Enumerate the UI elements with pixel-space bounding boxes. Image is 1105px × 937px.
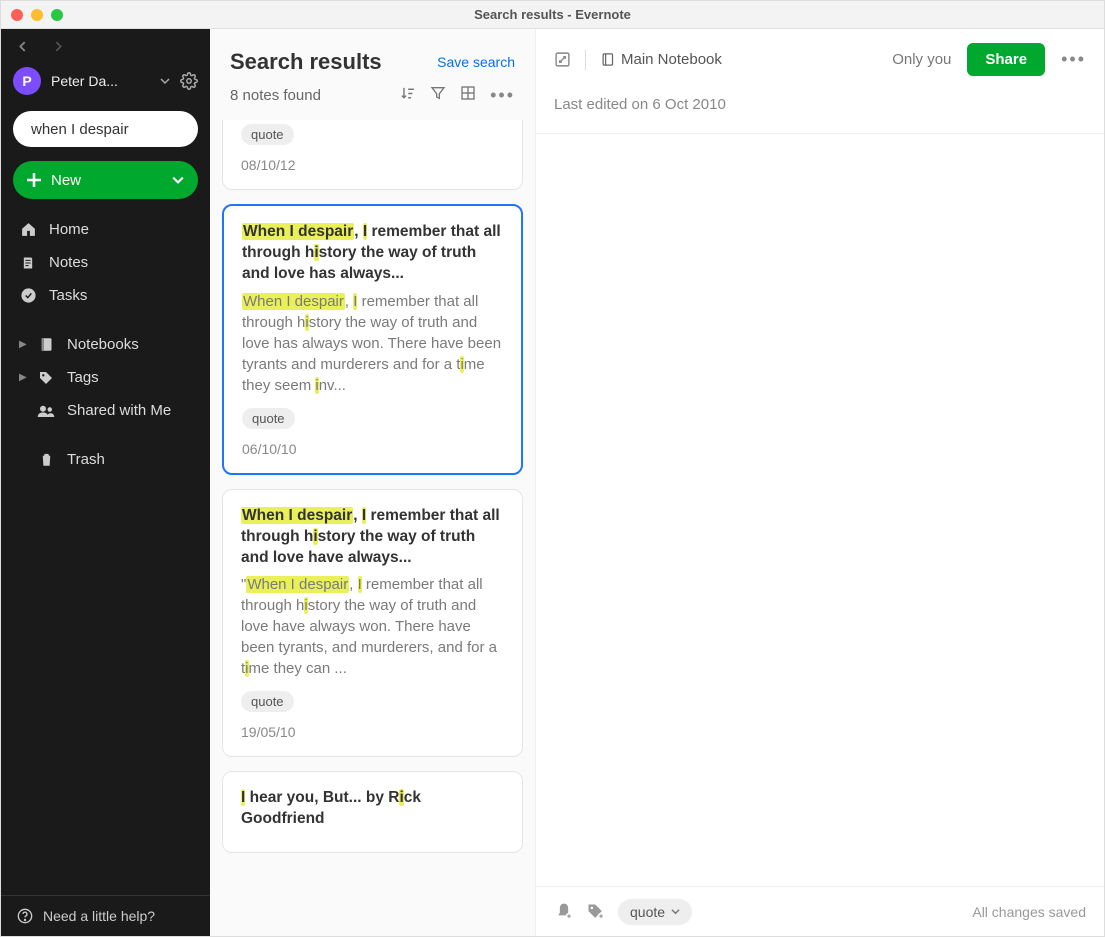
note-more-options[interactable]: ••• <box>1061 49 1086 70</box>
note-card[interactable]: When I despair, I remember that all thro… <box>222 204 523 475</box>
sort-button[interactable] <box>399 85 416 106</box>
sidebar-item-label: Shared with Me <box>67 402 171 419</box>
note-tag: quote <box>241 124 294 145</box>
results-count: 8 notes found <box>230 87 321 104</box>
add-tag[interactable] <box>586 902 606 922</box>
check-circle-icon <box>20 287 37 304</box>
sidebar-item-label: Tags <box>67 369 99 386</box>
last-edited: Last edited on 6 Oct 2010 <box>536 90 1104 134</box>
notebook-name: Main Notebook <box>621 51 722 68</box>
view-button[interactable] <box>460 85 476 106</box>
note-date: 06/10/10 <box>242 441 503 457</box>
note-date: 19/05/10 <box>241 724 504 740</box>
expand-button[interactable] <box>554 51 571 68</box>
note-tag: quote <box>242 408 295 429</box>
caret-right-icon: ▶ <box>19 372 27 383</box>
help-icon <box>17 908 33 924</box>
add-reminder[interactable] <box>554 902 574 922</box>
sidebar-item-tags[interactable]: ▶ Tags <box>1 361 210 394</box>
sidebar: P Peter Da... ✕ New <box>1 29 210 936</box>
sidebar-item-label: Notebooks <box>67 336 139 353</box>
titlebar: Search results - Evernote <box>1 1 1104 29</box>
chevron-down-icon <box>172 174 184 186</box>
notebook-selector[interactable]: Main Notebook <box>600 51 722 68</box>
notebook-icon <box>600 51 615 68</box>
note-body[interactable] <box>536 134 1104 886</box>
avatar: P <box>13 67 41 95</box>
home-icon <box>20 221 37 238</box>
notes-panel: Search results Save search 8 notes found… <box>210 29 536 936</box>
tag-label: quote <box>630 904 665 920</box>
save-search-link[interactable]: Save search <box>437 54 515 70</box>
note-snippet: When I despair, I remember that all thro… <box>242 291 503 396</box>
account-menu[interactable]: P Peter Da... <box>1 59 210 103</box>
more-options[interactable]: ••• <box>490 85 515 106</box>
note-title: I hear you, But... by Rick Goodfriend <box>241 788 504 830</box>
account-name: Peter Da... <box>51 73 154 89</box>
help-label: Need a little help? <box>43 908 155 924</box>
nav-forward[interactable] <box>49 37 67 55</box>
note-title: When I despair, I remember that all thro… <box>242 222 503 285</box>
caret-right-icon: ▶ <box>19 339 27 350</box>
trash-icon <box>39 451 54 468</box>
note-tag: quote <box>241 691 294 712</box>
sidebar-item-trash[interactable]: Trash <box>1 443 210 476</box>
note-detail: Main Notebook Only you Share ••• Last ed… <box>536 29 1104 936</box>
note-snippet: "When I despair, I remember that all thr… <box>241 574 504 679</box>
new-button[interactable]: New <box>13 161 198 199</box>
search-input-wrap[interactable]: ✕ <box>13 111 198 147</box>
note-title: When I despair, I remember that all thro… <box>241 506 504 569</box>
window-title: Search results - Evernote <box>1 7 1104 22</box>
tag-chip[interactable]: quote <box>618 899 692 925</box>
sidebar-item-notebooks[interactable]: ▶ Notebooks <box>1 328 210 361</box>
sidebar-item-notes[interactable]: Notes <box>1 246 210 279</box>
chevron-down-icon <box>671 907 680 916</box>
sharing-status[interactable]: Only you <box>892 51 951 68</box>
note-card[interactable]: I hear you, But... by Rick Goodfriend <box>222 771 523 853</box>
plus-icon <box>27 173 41 187</box>
sidebar-item-tasks[interactable]: Tasks <box>1 279 210 312</box>
nav-back[interactable] <box>13 37 31 55</box>
share-button[interactable]: Share <box>967 43 1045 76</box>
sidebar-item-home[interactable]: Home <box>1 213 210 246</box>
filter-button[interactable] <box>430 85 446 106</box>
sidebar-item-label: Trash <box>67 451 105 468</box>
sidebar-item-label: Tasks <box>49 287 87 304</box>
tag-icon <box>38 370 54 386</box>
notebook-icon <box>39 336 54 353</box>
sidebar-item-label: Home <box>49 221 89 238</box>
sidebar-item-shared[interactable]: Shared with Me <box>1 394 210 427</box>
note-icon <box>20 255 36 271</box>
note-date: 08/10/12 <box>241 157 504 173</box>
help-button[interactable]: Need a little help? <box>1 895 210 936</box>
search-input[interactable] <box>31 121 230 138</box>
chevron-down-icon <box>160 76 170 86</box>
new-button-label: New <box>51 172 81 189</box>
save-status: All changes saved <box>972 904 1086 920</box>
people-icon <box>37 404 55 418</box>
note-card[interactable]: When I despair, I remember that all thro… <box>222 489 523 758</box>
sidebar-item-label: Notes <box>49 254 88 271</box>
panel-title: Search results <box>230 49 382 75</box>
note-card[interactable]: Ieyasu T...quote08/10/12 <box>222 120 523 190</box>
settings-button[interactable] <box>180 72 198 90</box>
